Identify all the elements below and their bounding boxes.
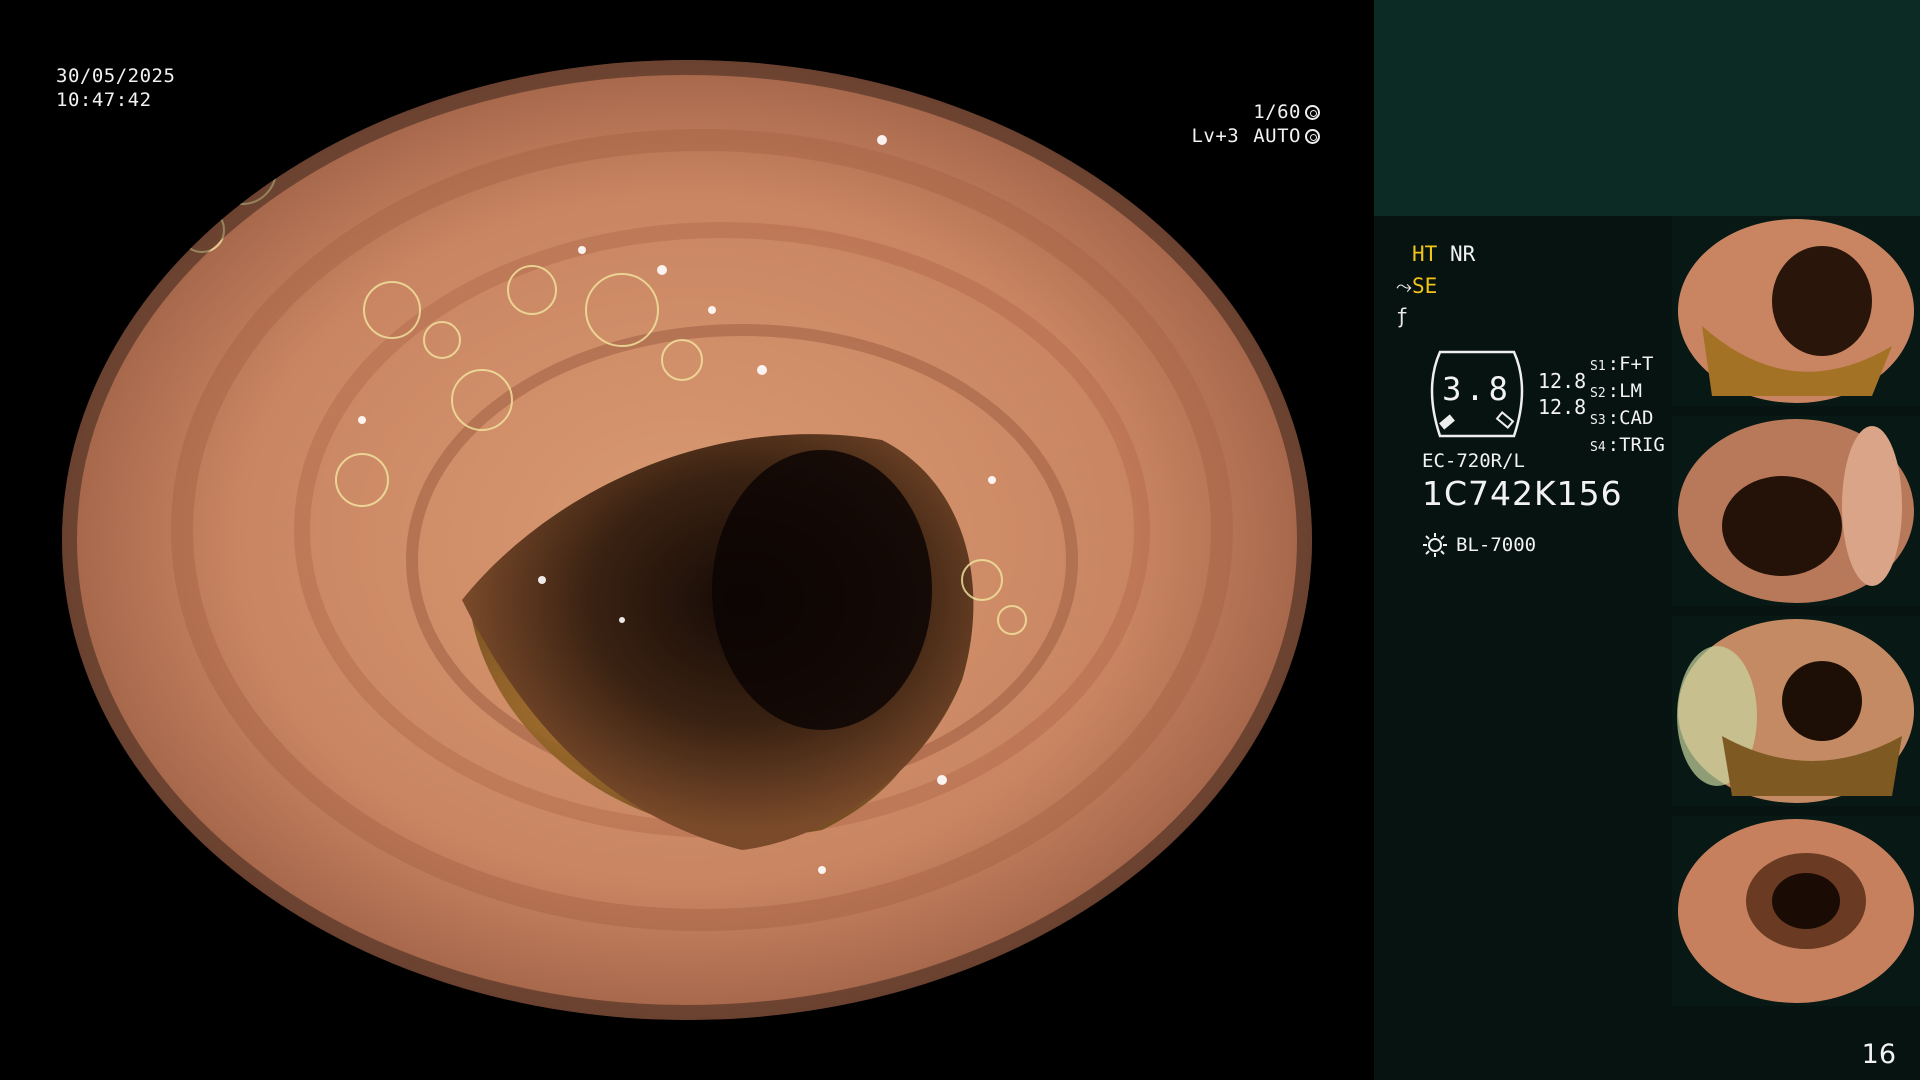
captured-thumbnails <box>1672 216 1920 1016</box>
thumbnail-3[interactable] <box>1672 616 1920 806</box>
main-endoscope-view: 30/05/2025 10:47:42 1/60 Lv+3 AUTO <box>0 0 1372 1080</box>
lamp-icon <box>1423 533 1447 557</box>
shutter-row: 1/60 <box>1191 100 1320 124</box>
light-source-text: BL-7000 <box>1456 534 1537 556</box>
mode-nr: NR <box>1449 242 1476 266</box>
switch-row: S4:TRIG <box>1590 434 1665 456</box>
date-time-display: 30/05/2025 10:47:42 <box>56 64 175 112</box>
iris-row: Lv+3 AUTO <box>1191 124 1320 148</box>
time-text: 10:47:42 <box>56 89 152 111</box>
mode-f: ƒ <box>1396 304 1409 328</box>
shutter-icon <box>1305 104 1320 120</box>
iris-icon <box>1305 128 1320 144</box>
mode-se: SE <box>1412 274 1438 298</box>
shutter-text: 1/60 <box>1253 101 1301 123</box>
page-number: 16 <box>1861 1039 1896 1070</box>
light-source-row: BL-7000 <box>1422 532 1536 558</box>
gauge: 3.8 <box>1422 348 1532 440</box>
date-text: 30/05/2025 <box>56 65 176 87</box>
thumbnail-2[interactable] <box>1672 416 1920 606</box>
structure-enhance-icon: ⤳ <box>1396 274 1412 298</box>
iris-mode-text: AUTO <box>1253 125 1301 147</box>
exposure-display: 1/60 Lv+3 AUTO <box>1191 100 1320 148</box>
switch-row: S2:LM <box>1590 380 1642 402</box>
gauge-num-1: 12.8 <box>1538 369 1587 393</box>
thumbnail-1[interactable] <box>1672 216 1920 406</box>
endoscopic-image <box>62 60 1312 1020</box>
gauge-numbers: 12.8 12.8 <box>1538 368 1586 420</box>
mode-ht-row: HT NR <box>1412 242 1475 266</box>
mode-ht: HT <box>1412 242 1438 266</box>
switch-assignments: S1:F+T S2:LM S3:CAD S4:TRIG <box>1590 352 1665 460</box>
gauge-value: 3.8 <box>1442 370 1512 408</box>
mode-se-row: ⤳SE <box>1396 274 1437 298</box>
level-text: Lv+3 <box>1191 125 1240 147</box>
switch-row: S3:CAD <box>1590 407 1654 429</box>
panel-header <box>1374 0 1920 216</box>
gauge-num-2: 12.8 <box>1538 395 1587 419</box>
scope-serial: 1C742K156 <box>1422 474 1623 513</box>
switch-row: S1:F+T <box>1590 353 1654 375</box>
thumbnail-4[interactable] <box>1672 816 1920 1006</box>
scope-model: EC-720R/L <box>1422 450 1525 472</box>
mode-f-row: ƒ <box>1396 304 1408 328</box>
